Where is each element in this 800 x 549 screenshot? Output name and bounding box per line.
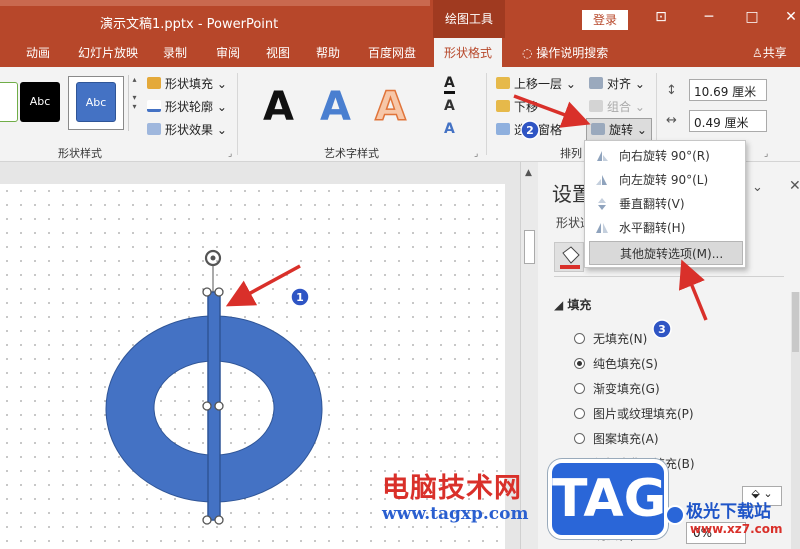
annotation-arrow-1 <box>225 264 301 307</box>
marker-2-label: 2 <box>526 124 534 137</box>
watermark-site-name: 电脑技术网 <box>382 473 522 504</box>
marker-1-label: 1 <box>296 291 304 304</box>
watermark-logo-dot <box>665 505 685 525</box>
watermark-site-url: www.tagxp.com <box>382 504 529 524</box>
watermark-brand: 极光下载站 <box>686 502 771 522</box>
marker-3: 3 <box>652 319 672 339</box>
annotation-arrow-3 <box>678 259 708 321</box>
marker-2: 2 <box>520 120 540 140</box>
annotation-arrow-2 <box>513 94 591 128</box>
watermark-brand-url: www.xz7.com <box>690 522 783 536</box>
marker-1: 1 <box>290 287 310 307</box>
marker-3-label: 3 <box>658 323 666 336</box>
watermark-tag-logo: TAG <box>548 459 668 539</box>
